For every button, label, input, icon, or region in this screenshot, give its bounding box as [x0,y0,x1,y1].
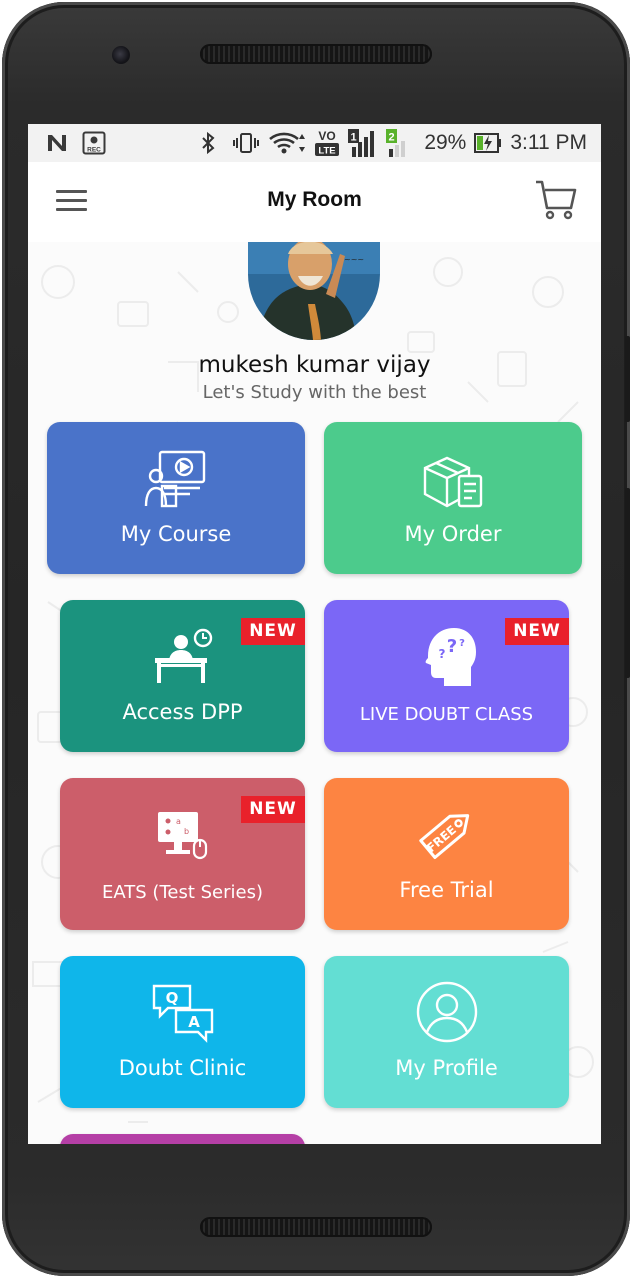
svg-text:b: b [184,827,189,836]
battery-charging-icon [474,132,502,154]
tile-live-doubt-class[interactable]: NEW ? ? ? LIVE DOUBT CLASS [324,600,569,752]
tile-label: Free Trial [399,878,494,902]
tile-my-order[interactable]: My Order [324,422,582,574]
a-letter: A [188,1013,200,1031]
svg-text:?: ? [446,636,456,657]
tile-label: My Course [120,522,232,546]
video-course-icon [144,450,206,508]
wifi-icon [268,130,306,156]
tile-my-profile[interactable]: My Profile [324,956,569,1108]
svg-text:?: ? [459,638,465,649]
user-profile-icon [416,981,477,1043]
tile-partial[interactable] [60,1134,305,1144]
tile-doubt-clinic[interactable]: Q A Doubt Clinic [60,956,305,1108]
volte-label: VO [319,129,336,143]
lte-label: LTE [319,146,336,157]
free-tag-icon: FREE [418,814,469,859]
power-button [625,336,630,422]
tile-label: My Profile [395,1056,498,1080]
tile-eats-test-series[interactable]: NEW a b EATS (Test Series) [60,778,305,930]
tile-free-trial[interactable]: FREE Free Trial [324,778,569,930]
shopping-cart-icon[interactable] [534,178,578,222]
svg-text:a: a [176,817,181,826]
head-question-icon: ? ? ? [425,628,476,686]
tile-label: EATS (Test Series) [102,882,263,903]
svg-text:?: ? [438,647,445,661]
page-title: My Room [267,188,362,211]
bottom-speaker [200,1217,432,1237]
sim2-label: 2 [389,132,395,144]
tile-label: LIVE DOUBT CLASS [359,704,534,725]
user-tagline: Let's Study with the best [202,382,427,403]
screen: REC VO LTE 1 2 29% 3:11 PM My Room ~~~ m… [28,124,601,1144]
battery-percent: 29% [424,131,467,154]
status-bar: REC VO LTE 1 2 29% 3:11 PM [28,124,601,162]
signal-sim2-icon: 2 [386,129,406,157]
n-notification-icon [46,133,68,153]
vibrate-icon [232,131,260,155]
status-time: 3:11 PM [510,131,587,154]
front-camera [112,46,130,64]
user-name: mukesh kumar vijay [198,352,431,378]
tile-label: Doubt Clinic [118,1056,247,1080]
computer-test-icon: a b [157,812,207,860]
tile-label: My Order [404,522,502,546]
rec-label: REC [87,147,101,154]
q-letter: Q [165,989,178,1007]
package-order-icon [423,456,483,508]
svg-text:~~~: ~~~ [344,255,364,264]
app-bar: My Room [28,162,601,242]
main-content: ~~~ mukesh kumar vijay Let's Study with … [28,242,601,1144]
signal-sim1-icon: 1 [348,129,378,157]
tile-label: Access DPP [122,700,243,724]
bluetooth-icon [200,131,216,155]
recording-icon: REC [82,131,106,155]
volte-icon: VO LTE [314,128,340,158]
sim1-label: 1 [351,132,357,144]
desk-student-icon [154,628,212,683]
tile-access-dpp[interactable]: NEW Access DPP [60,600,305,752]
tile-my-course[interactable]: My Course [47,422,305,574]
top-speaker [200,44,432,64]
volume-button [625,488,630,678]
qa-chat-icon: Q A [152,984,213,1043]
